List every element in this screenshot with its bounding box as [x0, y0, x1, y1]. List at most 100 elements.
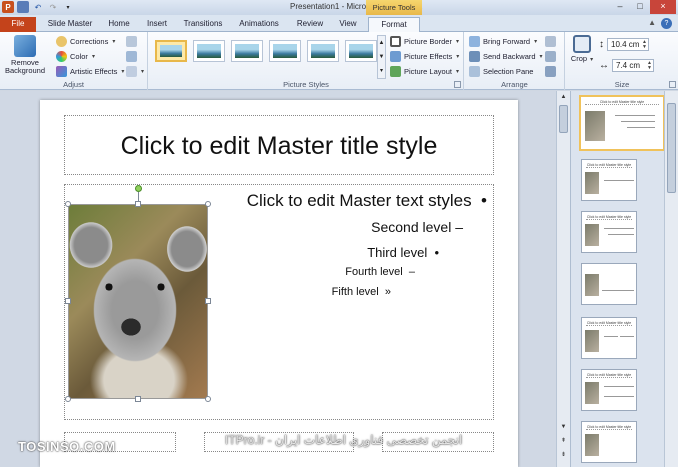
maximize-button[interactable]: □	[630, 0, 650, 14]
master-slide[interactable]: Click to edit Master title style Click t…	[40, 100, 518, 467]
rotate-button[interactable]	[545, 66, 556, 77]
resize-handle-top-left[interactable]	[65, 201, 71, 207]
text-level-2-label: Second level	[371, 219, 452, 235]
corrections-button[interactable]: Corrections ▾	[56, 36, 115, 47]
thumbnail-scrollbar[interactable]	[664, 91, 678, 467]
koala-picture[interactable]	[68, 204, 208, 399]
rotation-handle[interactable]	[135, 185, 142, 192]
tab-format[interactable]: Format	[368, 17, 420, 33]
picture-layout-icon	[390, 66, 401, 77]
send-backward-button[interactable]: Send Backward ▾	[469, 51, 543, 62]
scroll-down-icon[interactable]: ▼	[557, 421, 570, 433]
picture-layout-label: Picture Layout	[404, 67, 452, 76]
slide-thumbnail-pane: 1 Click to edit Master title style Click…	[570, 91, 678, 467]
tab-insert[interactable]: Insert	[142, 17, 172, 32]
watermark-left: TOSINSO.COM	[18, 439, 116, 454]
thumbnail-layout-3[interactable]	[581, 263, 637, 305]
color-button[interactable]: Color ▾	[56, 51, 95, 62]
resize-handle-bottom[interactable]	[135, 396, 141, 402]
group-label-picture-styles: Picture Styles	[283, 80, 329, 89]
gallery-scroll-buttons[interactable]: ▲ ▼ ▾	[377, 35, 386, 79]
resize-handle-left[interactable]	[65, 298, 71, 304]
thumbnail-slide-master[interactable]: Click to edit Master title style	[579, 95, 665, 151]
slide-vertical-scrollbar[interactable]: ▲ ▼ ⇞ ⇟	[556, 91, 570, 467]
picture-style-thumb-6[interactable]	[345, 40, 377, 62]
picture-styles-launcher-icon[interactable]	[454, 81, 461, 88]
align-button[interactable]	[545, 36, 556, 47]
thumbnail-layout-5[interactable]: Click to edit Master title style	[581, 369, 637, 411]
save-icon[interactable]	[17, 1, 29, 13]
rotate-icon	[545, 66, 556, 77]
bullet-level-2-icon: –	[455, 219, 463, 235]
text-level-1-label: Click to edit Master text styles	[246, 191, 472, 210]
height-value: 10.4 cm	[611, 40, 640, 49]
powerpoint-logo-icon[interactable]: P	[2, 1, 14, 13]
resize-handle-top-right[interactable]	[205, 201, 211, 207]
close-button[interactable]: ×	[650, 0, 676, 14]
resize-handle-top[interactable]	[135, 201, 141, 207]
tab-animations[interactable]: Animations	[234, 17, 284, 32]
bullet-level-4-icon: –	[408, 266, 415, 278]
resize-handle-right[interactable]	[205, 298, 211, 304]
shape-height-control: ↕ 10.4 cm ▲ ▼	[599, 38, 649, 51]
artistic-effects-button[interactable]: Artistic Effects ▾	[56, 66, 124, 77]
picture-style-thumb-5[interactable]	[307, 40, 339, 62]
change-picture-button[interactable]	[126, 51, 137, 62]
tab-file[interactable]: File	[0, 17, 36, 32]
group-objects-button[interactable]	[545, 51, 556, 62]
previous-slide-icon[interactable]: ⇞	[557, 435, 570, 447]
crop-label: Crop	[570, 54, 588, 63]
crop-button[interactable]: Crop ▾	[568, 35, 596, 64]
tab-view[interactable]: View	[334, 17, 362, 32]
text-level-5[interactable]: Fifth level »	[332, 286, 391, 298]
picture-style-thumb-4[interactable]	[269, 40, 301, 62]
text-level-4[interactable]: Fourth level –	[345, 266, 415, 278]
thumbnail-layout-6[interactable]: Click to edit Master title style	[581, 421, 637, 463]
ribbon: Remove Background Corrections ▾ Color ▾ Ar…	[0, 32, 678, 90]
picture-border-button[interactable]: Picture Border ▾	[390, 36, 459, 47]
text-level-1[interactable]: Click to edit Master text styles •	[247, 191, 487, 211]
tab-review[interactable]: Review	[292, 17, 328, 32]
thumbnail-layout-2[interactable]: Click to edit Master title style	[581, 211, 637, 253]
group-label-size: Size	[614, 80, 630, 89]
reset-picture-icon	[126, 66, 137, 77]
minimize-ribbon-icon[interactable]: ▲	[648, 18, 656, 27]
master-title-text[interactable]: Click to edit Master title style	[65, 132, 493, 161]
customize-qat-icon[interactable]: ▾	[62, 1, 74, 13]
title-placeholder[interactable]: Click to edit Master title style	[64, 115, 494, 175]
height-input[interactable]: 10.4 cm ▲ ▼	[607, 38, 649, 51]
next-slide-icon[interactable]: ⇟	[557, 449, 570, 461]
thumbnail-layout-4[interactable]: Click to edit Master title style	[581, 317, 637, 359]
remove-background-button[interactable]: Remove Background	[2, 35, 48, 75]
text-level-3-label: Third level	[367, 245, 428, 260]
picture-effects-button[interactable]: Picture Effects ▾	[390, 51, 459, 62]
reset-picture-button[interactable]: ▾	[126, 66, 144, 77]
picture-style-thumb-3[interactable]	[231, 40, 263, 62]
text-level-2[interactable]: Second level –	[371, 219, 463, 235]
slide-scroll-thumb[interactable]	[559, 105, 568, 133]
corrections-label: Corrections	[70, 37, 109, 46]
scroll-up-icon[interactable]: ▲	[557, 91, 570, 103]
artistic-effects-icon	[56, 66, 67, 77]
tab-transitions[interactable]: Transitions	[180, 17, 226, 32]
size-launcher-icon[interactable]	[669, 81, 676, 88]
compress-pictures-button[interactable]	[126, 36, 137, 47]
picture-style-thumb-1[interactable]	[155, 40, 187, 62]
text-level-3[interactable]: Third level •	[367, 245, 439, 260]
undo-icon[interactable]: ↶	[32, 1, 44, 13]
tab-slide-master[interactable]: Slide Master	[44, 17, 96, 32]
picture-style-thumb-2[interactable]	[193, 40, 225, 62]
resize-handle-bottom-left[interactable]	[65, 396, 71, 402]
tab-home[interactable]: Home	[104, 17, 134, 32]
bring-forward-button[interactable]: Bring Forward ▾	[469, 36, 537, 47]
thumbnail-layout-1[interactable]: Click to edit Master title style	[581, 159, 637, 201]
minimize-button[interactable]: –	[610, 0, 630, 14]
redo-icon[interactable]: ↷	[47, 1, 59, 13]
selection-pane-button[interactable]: Selection Pane	[469, 66, 533, 77]
help-icon[interactable]: ?	[661, 18, 672, 29]
picture-layout-button[interactable]: Picture Layout ▾	[390, 66, 459, 77]
resize-handle-bottom-right[interactable]	[205, 396, 211, 402]
group-adjust: Remove Background Corrections ▾ Color ▾ Ar…	[0, 32, 148, 90]
width-input[interactable]: 7.4 cm ▲ ▼	[612, 59, 654, 72]
thumbnail-scroll-thumb[interactable]	[667, 103, 676, 193]
